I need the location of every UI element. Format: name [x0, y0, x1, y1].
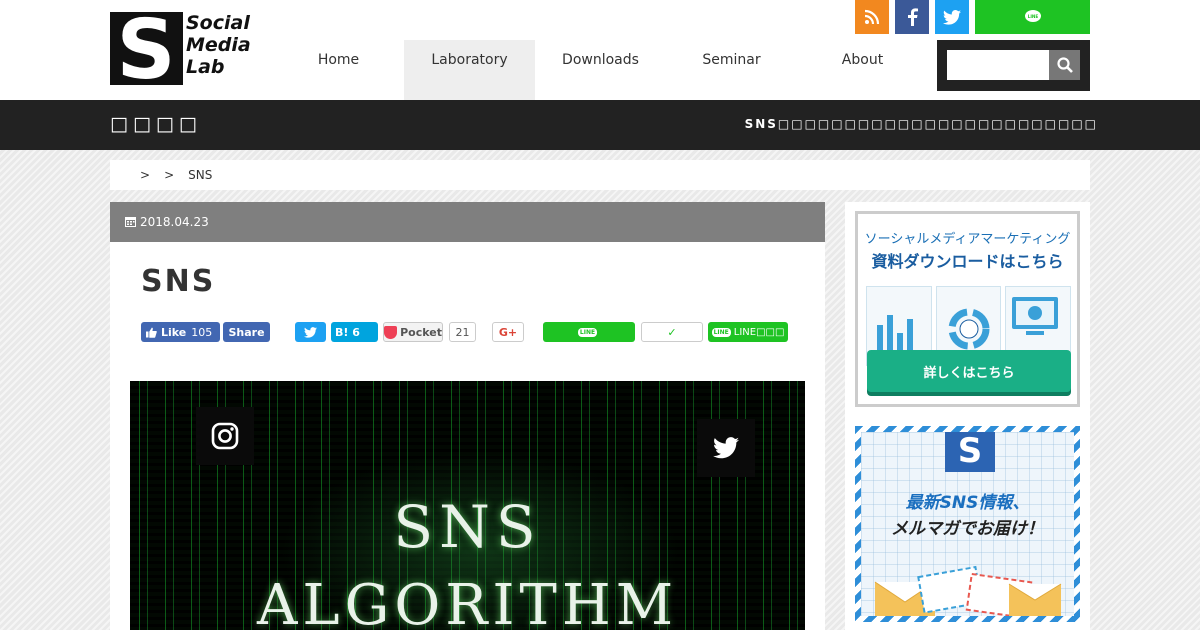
- category-tagline: SNS□□□□□□□□□□□□□□□□□□□□□□□□: [744, 117, 1098, 131]
- facebook-like-label: Like: [161, 325, 187, 339]
- line-send-button[interactable]: LINE LINE□□□: [708, 322, 788, 342]
- facebook-share-button[interactable]: Share: [223, 322, 270, 342]
- twitter-icon: [943, 9, 961, 25]
- nav-item-seminar[interactable]: Seminar: [666, 40, 797, 100]
- site-header: S Social Media Lab Home Laboratory Downl…: [0, 0, 1200, 100]
- search-button[interactable]: [1049, 50, 1080, 80]
- share-buttons: Like 105 Share B! 6 Pocket 21 G+ LINE ✓ L…: [141, 322, 811, 342]
- line-share-button[interactable]: LINE: [543, 322, 635, 342]
- svg-text:S: S: [958, 432, 983, 466]
- hero-title-line-1: SNS: [393, 493, 542, 561]
- breadcrumb: > > SNS: [110, 160, 1090, 190]
- nav-item-downloads[interactable]: Downloads: [535, 40, 666, 100]
- article: 2018.04.23 SNS Like 105 Share B! 6 Pocket…: [110, 202, 825, 630]
- download-banner-subtitle: ソーシャルメディアマーケティング: [864, 232, 1071, 247]
- post-title: SNS: [141, 264, 216, 299]
- facebook-like-count: 105: [191, 325, 213, 339]
- twitter-share-button[interactable]: [295, 322, 326, 342]
- facebook-like-button[interactable]: Like 105: [141, 322, 220, 342]
- pocket-button[interactable]: Pocket: [383, 322, 443, 342]
- download-details-button[interactable]: 詳しくはこちら: [867, 350, 1071, 392]
- facebook-button[interactable]: [895, 0, 929, 34]
- logo-line-1: Social: [186, 12, 250, 34]
- line-icon: LINE: [577, 327, 598, 337]
- pocket-icon: [384, 325, 398, 339]
- newsletter-logo: S: [945, 432, 995, 472]
- twitter-icon: [304, 326, 317, 338]
- search-icon: [1056, 57, 1073, 73]
- instagram-icon: [211, 422, 239, 450]
- download-banner[interactable]: ソーシャルメディアマーケティング 資料ダウンロードはこちら 詳しくはこちら: [855, 211, 1080, 407]
- svg-text:LINE: LINE: [1027, 14, 1038, 19]
- thumbs-up-icon: [146, 327, 157, 338]
- line-icon: LINE: [711, 327, 731, 337]
- hatena-icon: B!: [335, 325, 349, 339]
- breadcrumb-separator: >: [140, 168, 151, 182]
- rss-button[interactable]: [855, 0, 889, 34]
- twitter-icon: [713, 437, 739, 459]
- nav-item-about[interactable]: About: [797, 40, 928, 100]
- nav-item-home[interactable]: Home: [273, 40, 404, 100]
- hero-title-line-2: ALGORITHM: [256, 573, 679, 630]
- download-banner-title: 資料ダウンロードはこちら: [871, 252, 1064, 271]
- rss-icon: [864, 9, 880, 25]
- check-button[interactable]: ✓: [641, 322, 703, 342]
- search-box: [937, 40, 1090, 91]
- sidebar: ソーシャルメディアマーケティング 資料ダウンロードはこちら 詳しくはこちら S …: [845, 202, 1090, 630]
- facebook-icon: [908, 8, 918, 26]
- breadcrumb-separator: >: [164, 168, 175, 182]
- logo-line-2: Media: [186, 34, 251, 56]
- hatena-count: 6: [352, 325, 360, 339]
- category-bar: □□□□ SNS□□□□□□□□□□□□□□□□□□□□□□□□: [0, 100, 1200, 150]
- hero-image: SNS ALGORITHM: [130, 381, 805, 630]
- envelopes-illustration: [874, 565, 1062, 616]
- post-date: 2018.04.23: [140, 215, 209, 229]
- pocket-label: Pocket: [400, 325, 442, 339]
- twitter-button[interactable]: [935, 0, 969, 34]
- social-links: LINE: [855, 0, 1090, 34]
- newsletter-headline: 最新SNS情報、: [905, 493, 1030, 513]
- svg-text:S: S: [116, 12, 175, 85]
- logo-wordmark: Social Media Lab: [186, 12, 251, 78]
- newsletter-subheadline: メルマガでお届け！: [891, 519, 1044, 539]
- category-title: □□□□: [110, 113, 202, 135]
- logo-mark: S: [110, 3, 183, 98]
- line-icon: LINE: [1024, 10, 1041, 22]
- nav-item-laboratory[interactable]: Laboratory: [404, 40, 535, 100]
- main-nav: Home Laboratory Downloads Seminar About: [273, 40, 928, 100]
- newsletter-banner[interactable]: S 最新SNS情報、 メルマガでお届け！: [855, 426, 1080, 622]
- site-logo[interactable]: S Social Media Lab: [110, 3, 251, 98]
- google-plus-button[interactable]: G+: [492, 322, 524, 342]
- pocket-count: 21: [449, 322, 476, 342]
- line-button[interactable]: LINE: [975, 0, 1090, 34]
- line-send-label: LINE□□□: [733, 326, 785, 338]
- instagram-tile: [196, 407, 254, 465]
- twitter-tile: [697, 419, 755, 477]
- post-date-bar: 2018.04.23: [110, 202, 825, 242]
- logo-line-3: Lab: [186, 56, 225, 78]
- calendar-icon: [125, 217, 136, 227]
- breadcrumb-current[interactable]: SNS: [188, 168, 212, 182]
- search-input[interactable]: [947, 50, 1049, 80]
- hatena-bookmark-button[interactable]: B! 6: [331, 322, 378, 342]
